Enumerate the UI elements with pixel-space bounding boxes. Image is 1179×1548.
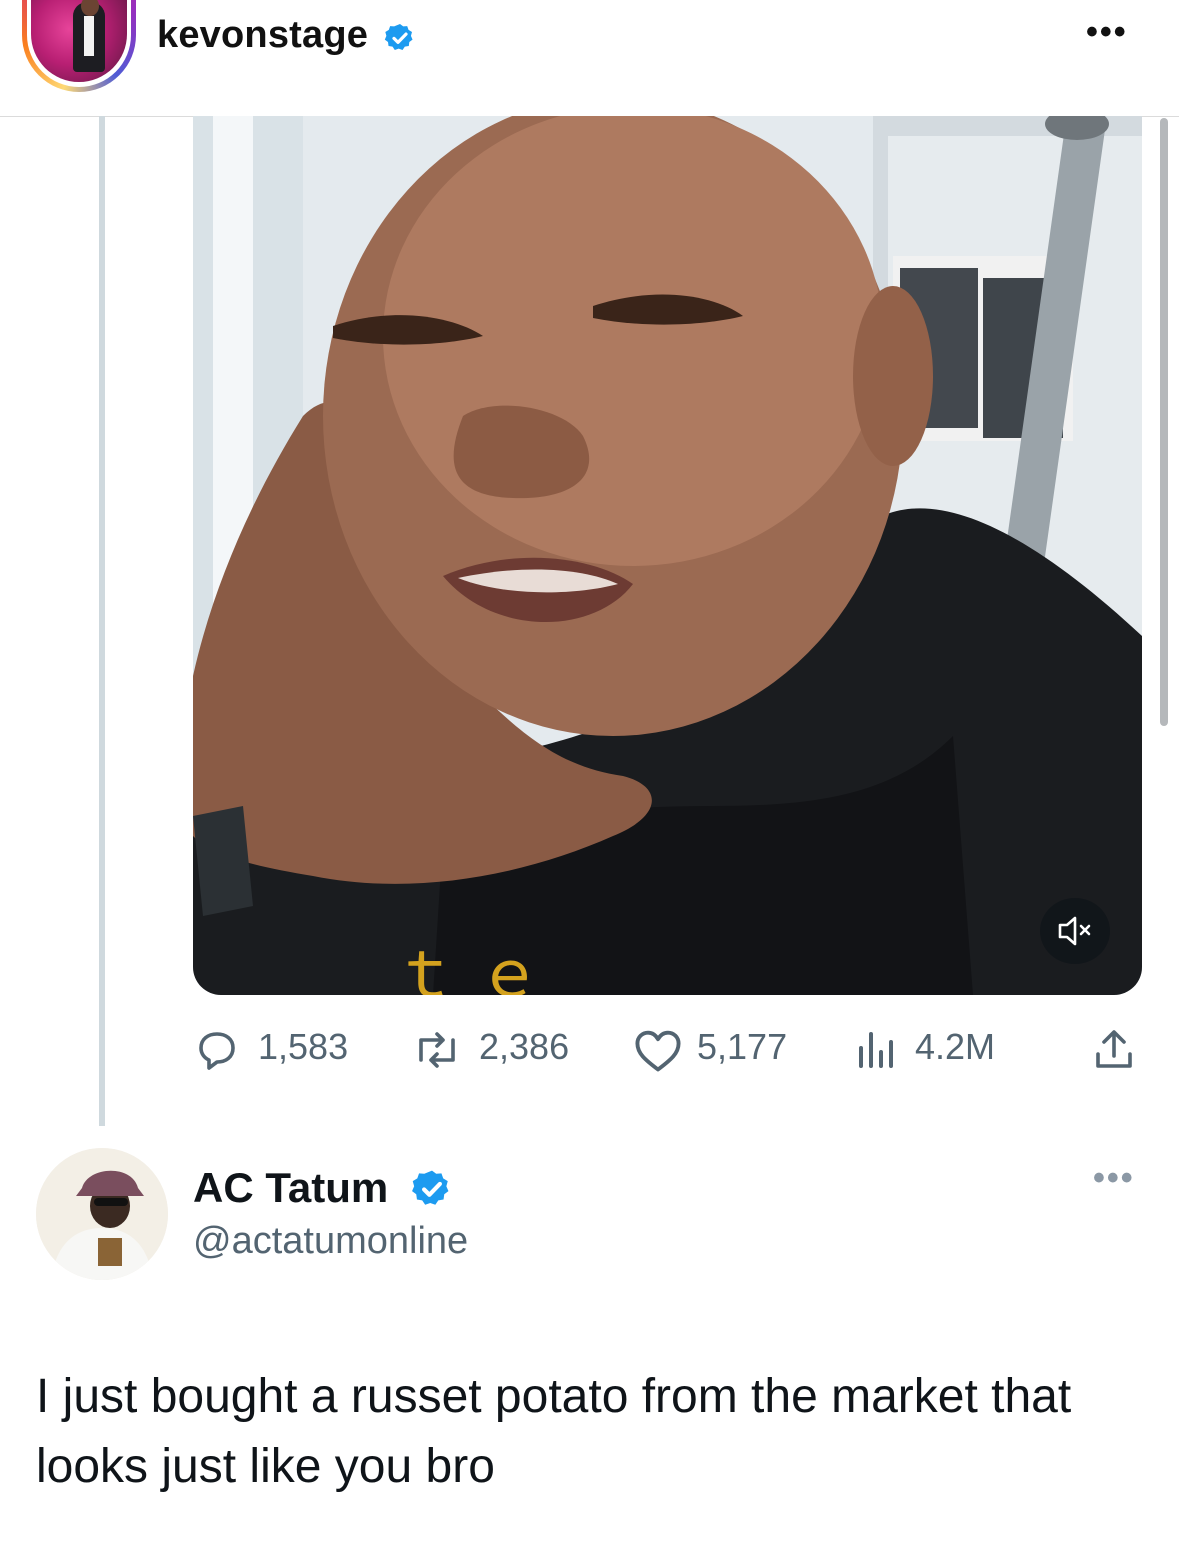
like-count: 5,177 [697, 1026, 788, 1067]
tweet-video[interactable]: ｔ ｅ [193, 116, 1142, 995]
repost-icon[interactable] [410, 1026, 464, 1074]
svg-text:ｔ ｅ: ｔ ｅ [393, 938, 541, 995]
scrollbar[interactable] [1160, 118, 1168, 726]
repost-count: 2,386 [479, 1026, 570, 1067]
view-count: 4.2M [915, 1026, 996, 1067]
reply-author-handle[interactable]: @actatumonline [193, 1220, 468, 1263]
thread-connector-line [99, 116, 105, 1126]
post-screenshot: kevonstage ••• ｔ ｅ 1,583 2,386 5,177 4.2… [0, 0, 1179, 1548]
verified-badge-icon [384, 24, 413, 50]
profile-username[interactable]: kevonstage [157, 14, 368, 57]
reply-author-name[interactable]: AC Tatum [193, 1164, 388, 1212]
avatar-illustration [36, 1148, 168, 1280]
reply-icon[interactable] [193, 1026, 241, 1074]
speaker-muted-glyph [1058, 916, 1091, 946]
reply-count: 1,583 [258, 1026, 349, 1067]
video-frame: ｔ ｅ [193, 116, 1142, 995]
reply-tweet-text: I just bought a russet potato from the m… [36, 1370, 1072, 1493]
share-icon[interactable] [1092, 1026, 1136, 1074]
tweet-stats-bar: 1,583 2,386 5,177 4.2M [0, 1010, 1179, 1086]
views-icon[interactable] [855, 1026, 899, 1074]
avatar-figure-shirt [84, 16, 94, 56]
speaker-muted-icon[interactable] [1040, 898, 1110, 964]
more-horizontal-icon[interactable]: ••• [1086, 15, 1128, 49]
more-horizontal-icon[interactable]: ••• [1093, 1161, 1135, 1195]
reply-author-avatar[interactable] [36, 1148, 168, 1280]
instagram-post-header: kevonstage ••• [0, 0, 1179, 117]
verified-badge-icon [412, 1170, 449, 1205]
heart-icon[interactable] [632, 1026, 684, 1074]
